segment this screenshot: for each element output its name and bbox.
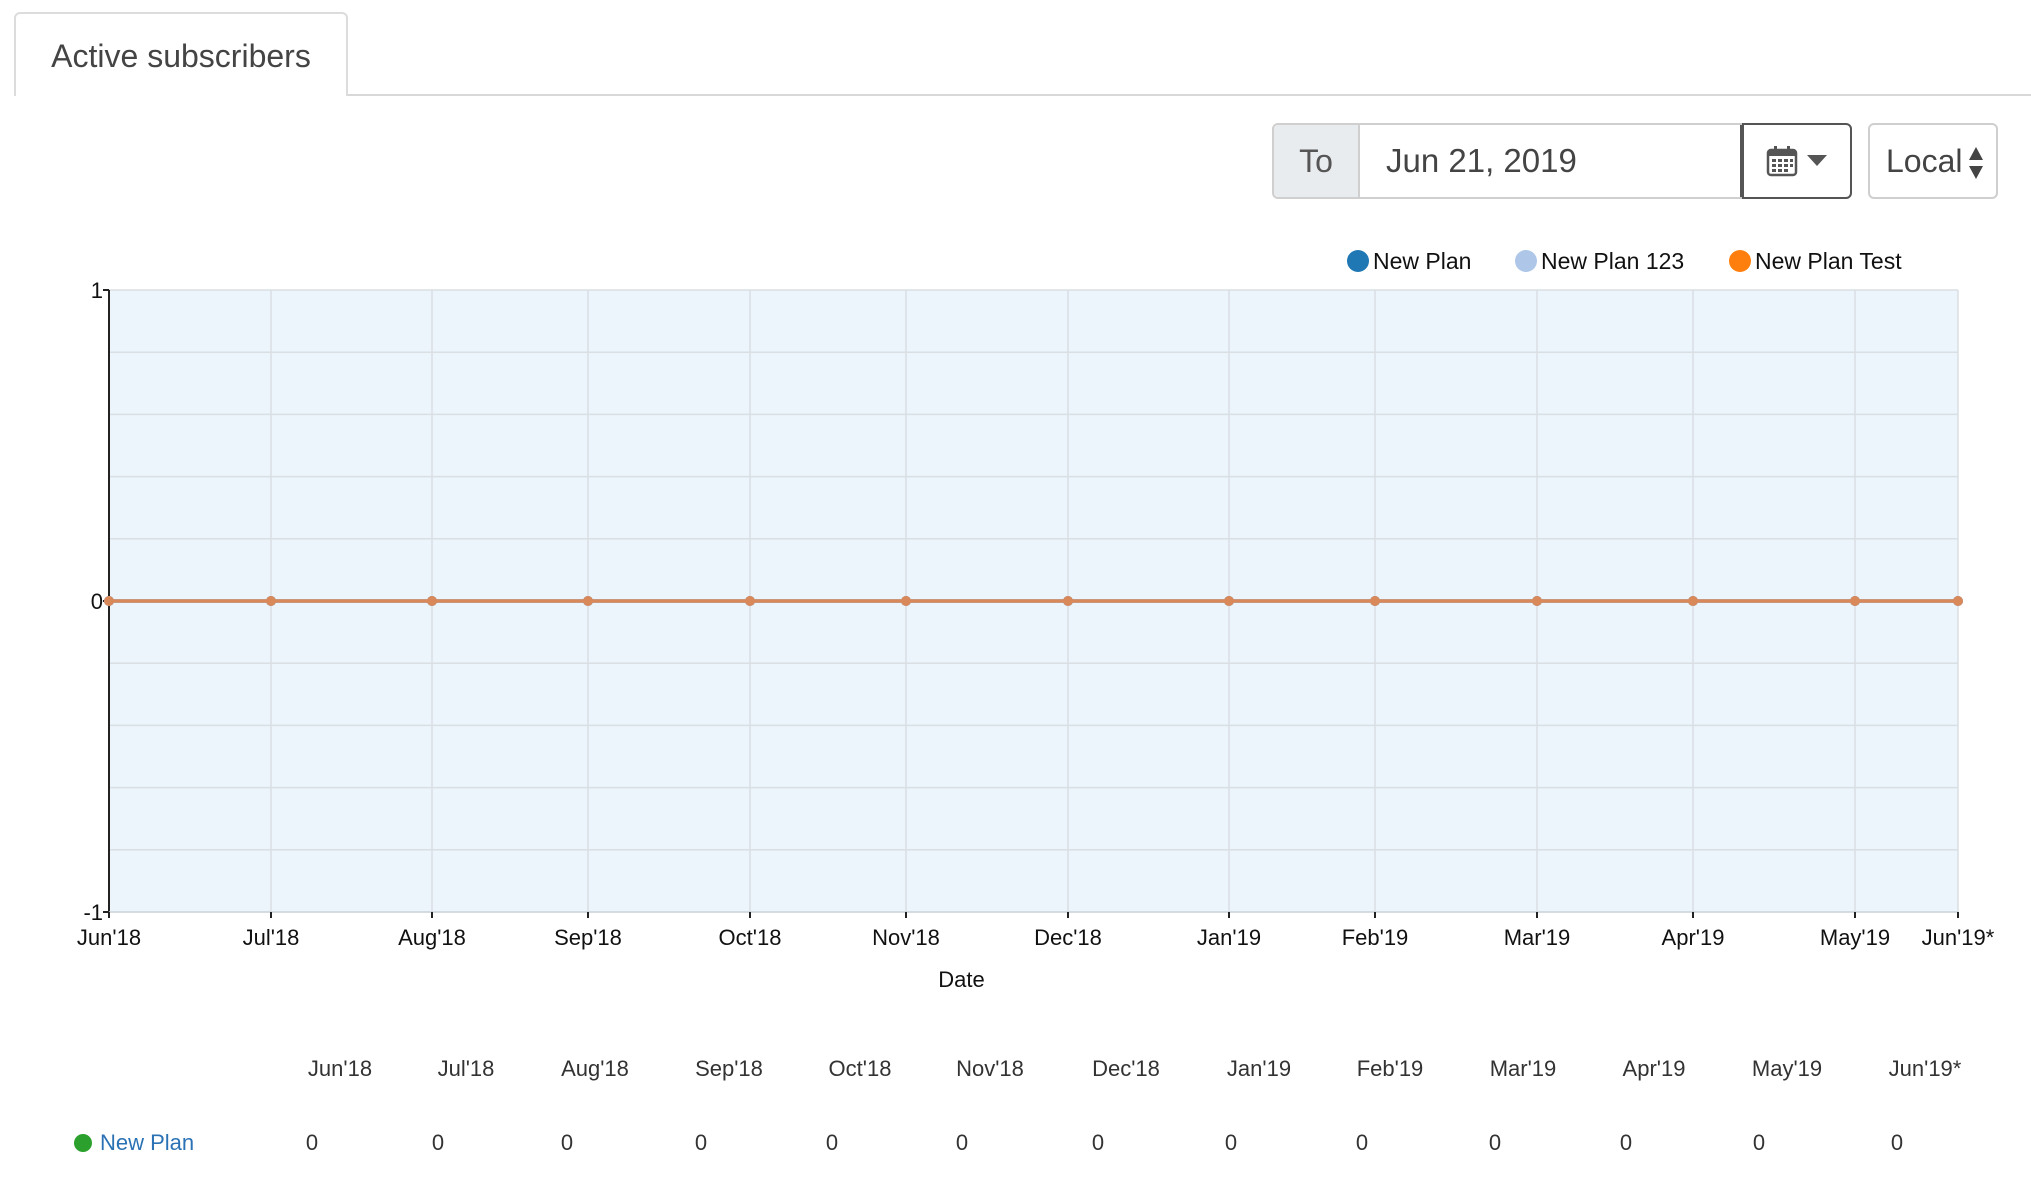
legend-swatch — [1515, 250, 1537, 272]
y-tick-label: 1 — [91, 278, 103, 303]
data-point — [266, 596, 276, 606]
table-cell: 0 — [431, 1130, 445, 1155]
x-tick-label: Apr'19 — [1662, 925, 1725, 950]
x-tick-label: Jun'18 — [77, 925, 141, 950]
data-point — [583, 596, 593, 606]
date-input[interactable] — [1360, 125, 1740, 197]
calendar-button[interactable] — [1740, 125, 1850, 197]
data-point — [1063, 596, 1073, 606]
legend-label: New Plan 123 — [1541, 248, 1684, 274]
x-tick-label: Jun'19* — [1922, 925, 1995, 950]
x-tick-label: Dec'18 — [1034, 925, 1102, 950]
tab-active-subscribers[interactable]: Active subscribers — [14, 12, 348, 96]
legend-label: New Plan Test — [1755, 248, 1902, 274]
x-tick-label: Oct'18 — [719, 925, 782, 950]
data-point — [1688, 596, 1698, 606]
row-label-new-plan[interactable]: New Plan — [74, 1130, 194, 1156]
table-column-header: Apr'19 — [1622, 1056, 1686, 1081]
table-cell: 0 — [955, 1130, 969, 1155]
table-column-header: Jun'18 — [307, 1056, 373, 1081]
data-point — [1953, 596, 1963, 606]
x-axis-label: Date — [938, 967, 984, 992]
x-tick-label: Aug'18 — [398, 925, 466, 950]
date-prefix-label: To — [1274, 125, 1360, 197]
line-chart: -1 0 1 Jun'18 Jul'18 Aug'18 Sep'18 Oct'18 Nov'18… — [77, 248, 1995, 992]
table-column-header: Feb'19 — [1356, 1056, 1424, 1081]
x-tick-label: Mar'19 — [1504, 925, 1571, 950]
table-header-row: Jun'18 Jul'18 Aug'18 Sep'18 Oct'18 Nov'18 Dec'… — [0, 1040, 2031, 1100]
table-cell: 0 — [1091, 1130, 1105, 1155]
x-tick-label: Feb'19 — [1342, 925, 1409, 950]
table-cell: 0 — [1224, 1130, 1238, 1155]
table-cell: 0 — [1619, 1130, 1633, 1155]
x-tick-label: Jan'19 — [1197, 925, 1261, 950]
table-column-header: Jun'19* — [1888, 1056, 1962, 1081]
y-tick-label: 0 — [91, 589, 103, 614]
legend-swatch — [1729, 250, 1751, 272]
table-column-header: Aug'18 — [561, 1056, 629, 1081]
x-tick-label: May'19 — [1820, 925, 1890, 950]
data-point — [1370, 596, 1380, 606]
x-tick-label: Sep'18 — [554, 925, 622, 950]
select-arrows-icon — [1969, 147, 1983, 179]
table-column-header: Jan'19 — [1226, 1056, 1292, 1081]
table-column-header: Oct'18 — [828, 1056, 892, 1081]
data-point — [1224, 596, 1234, 606]
table-cell: 0 — [1488, 1130, 1502, 1155]
data-point — [1532, 596, 1542, 606]
timezone-value: Local — [1886, 142, 1963, 179]
tab-strip: Active subscribers — [0, 0, 2031, 96]
date-range-group: To — [1272, 123, 1852, 199]
legend-label: New Plan — [1373, 248, 1471, 274]
timezone-select[interactable]: Local — [1868, 123, 1998, 199]
table-cell: 0 — [560, 1130, 574, 1155]
y-tick-label: -1 — [83, 900, 103, 925]
legend-swatch — [1347, 250, 1369, 272]
table-column-header: Jul'18 — [437, 1056, 495, 1081]
table-cell: 0 — [1355, 1130, 1369, 1155]
table-column-header: Sep'18 — [695, 1056, 763, 1081]
data-point — [1850, 596, 1860, 606]
table-cell: 0 — [825, 1130, 839, 1155]
table-column-header: Mar'19 — [1489, 1056, 1557, 1081]
table-column-header: Nov'18 — [956, 1056, 1024, 1081]
data-point — [427, 596, 437, 606]
table-cell: 0 — [1752, 1130, 1766, 1155]
calendar-icon — [1766, 146, 1798, 177]
table-cell: 0 — [1890, 1130, 1904, 1155]
data-point — [104, 596, 114, 606]
data-table: Jun'18 Jul'18 Aug'18 Sep'18 Oct'18 Nov'18 Dec'… — [0, 1040, 2031, 1160]
series-dot-icon — [74, 1134, 92, 1152]
table-cell: 0 — [305, 1130, 319, 1155]
table-row: New Plan 0 0 0 0 0 0 0 0 0 0 0 0 0 — [0, 1100, 2031, 1160]
caret-down-icon — [1807, 155, 1827, 166]
table-column-header: Dec'18 — [1092, 1056, 1160, 1081]
table-cell: 0 — [694, 1130, 708, 1155]
x-tick-label: Jul'18 — [243, 925, 300, 950]
row-label-text: New Plan — [100, 1130, 195, 1155]
x-tick-label: Nov'18 — [872, 925, 940, 950]
data-point — [745, 596, 755, 606]
table-column-header: May'19 — [1751, 1056, 1823, 1081]
data-point — [901, 596, 911, 606]
